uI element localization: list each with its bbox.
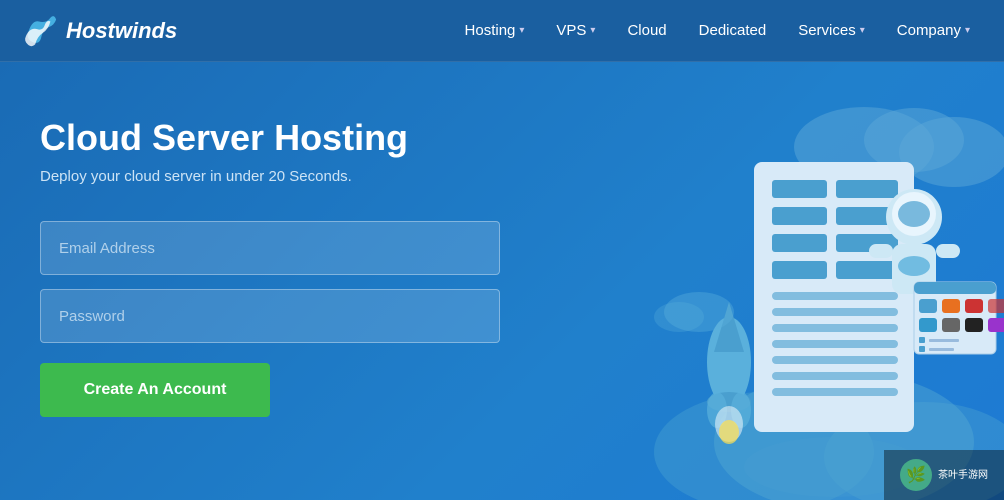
- hero-section: Cloud Server Hosting Deploy your cloud s…: [0, 62, 1004, 500]
- watermark-icon: 🌿: [900, 459, 932, 491]
- nav-services[interactable]: Services ▾: [784, 14, 879, 47]
- nav-dedicated[interactable]: Dedicated: [685, 14, 781, 47]
- watermark: 🌿 茶叶手游网: [884, 450, 1004, 500]
- chevron-down-icon: ▾: [965, 25, 970, 36]
- page-title: Cloud Server Hosting: [40, 117, 560, 158]
- nav-cloud[interactable]: Cloud: [613, 14, 680, 47]
- navbar: Hostwinds Hosting ▾ VPS ▾ Cloud Dedicate…: [0, 0, 1004, 62]
- create-account-button[interactable]: Create An Account: [40, 363, 270, 417]
- logo-icon: [20, 12, 58, 50]
- nav-vps[interactable]: VPS ▾: [542, 14, 609, 47]
- email-field-group: [40, 221, 560, 275]
- illustration-svg: [524, 62, 1004, 500]
- hero-illustration: [524, 62, 1004, 500]
- nav-hosting[interactable]: Hosting ▾: [451, 14, 539, 47]
- chevron-down-icon: ▾: [590, 25, 595, 36]
- password-field-group: [40, 289, 560, 343]
- chevron-down-icon: ▾: [519, 25, 524, 36]
- watermark-text: 茶叶手游网: [938, 469, 988, 482]
- hero-subtitle: Deploy your cloud server in under 20 Sec…: [40, 168, 560, 185]
- email-input[interactable]: [40, 221, 500, 275]
- logo-text: Hostwinds: [66, 18, 177, 44]
- password-input[interactable]: [40, 289, 500, 343]
- nav-links: Hosting ▾ VPS ▾ Cloud Dedicated Services…: [451, 14, 984, 47]
- logo[interactable]: Hostwinds: [20, 12, 177, 50]
- hero-content: Cloud Server Hosting Deploy your cloud s…: [40, 117, 560, 417]
- nav-company[interactable]: Company ▾: [883, 14, 984, 47]
- chevron-down-icon: ▾: [860, 25, 865, 36]
